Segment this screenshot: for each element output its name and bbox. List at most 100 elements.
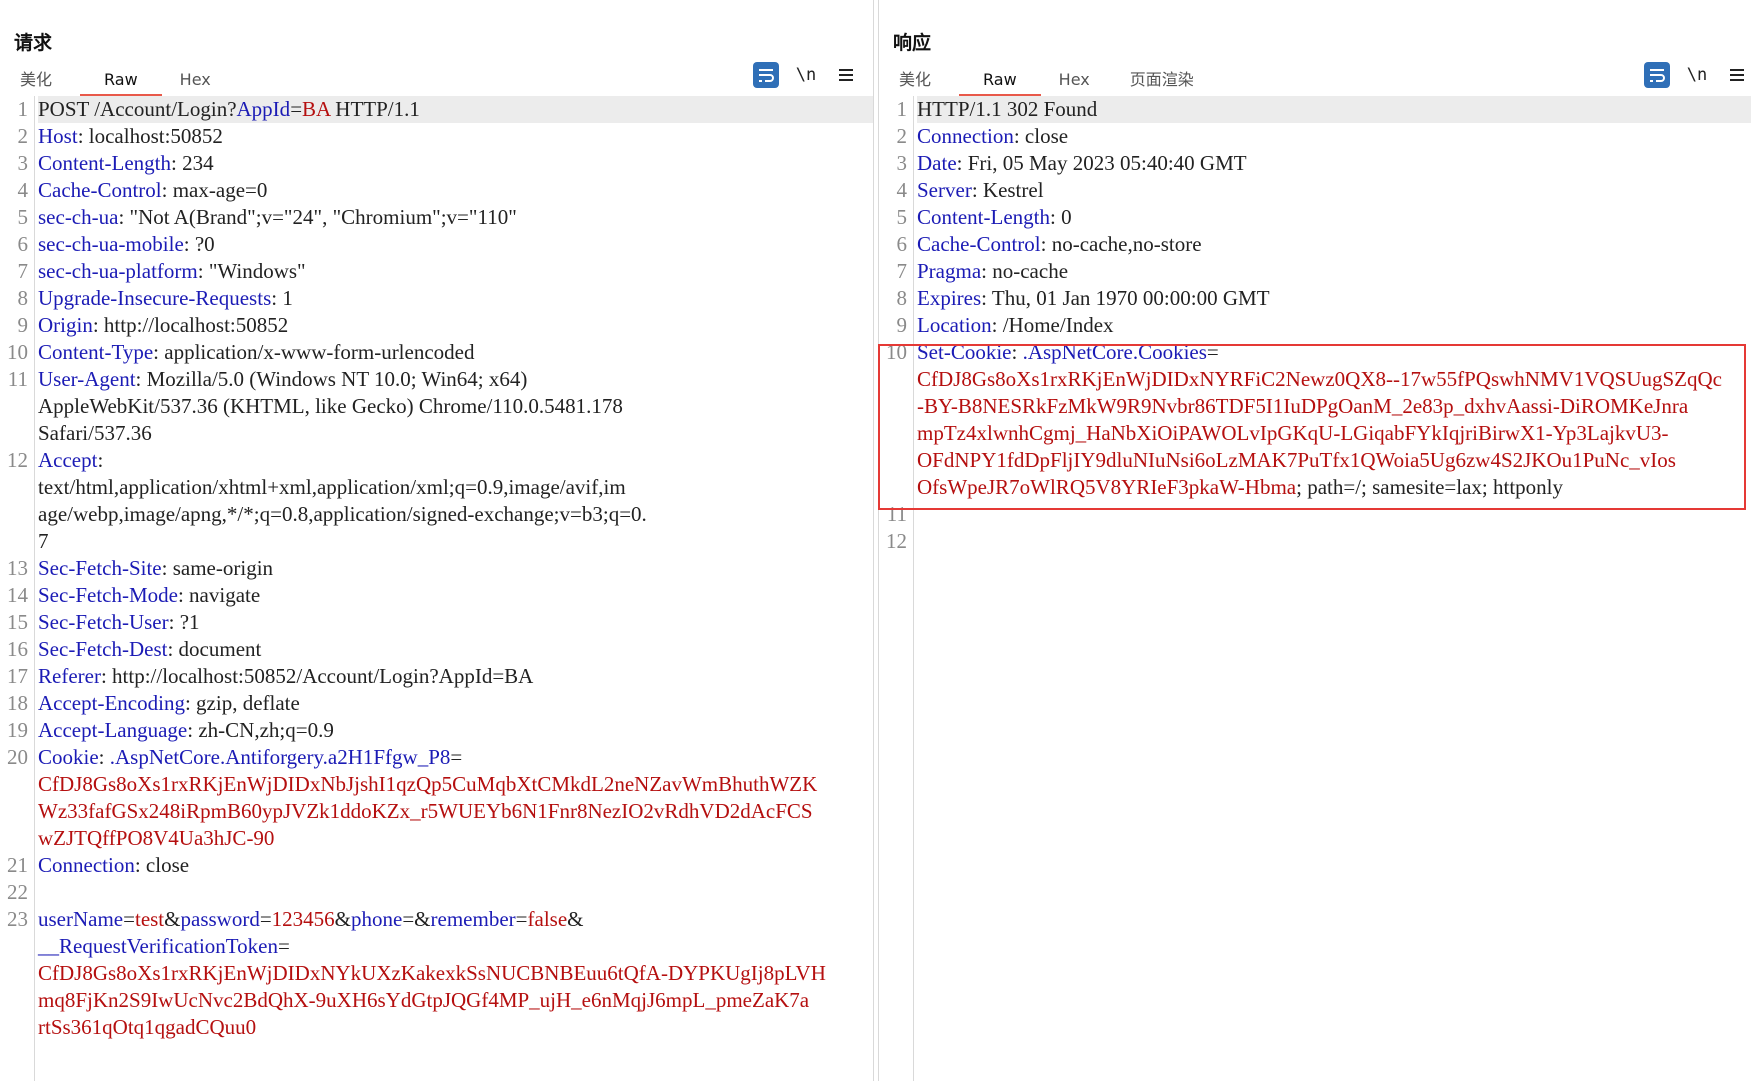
line-number: 11 (7, 367, 28, 391)
request-tools: \n (739, 62, 859, 88)
plain-text: HTTP/1.1 (330, 97, 420, 121)
header-key: Cache-Control (38, 178, 162, 202)
header-key: Content-Type (38, 340, 154, 364)
tab-raw[interactable]: Raw (959, 66, 1041, 97)
newline-toggle-button[interactable]: \n (1684, 62, 1710, 88)
code-line: 15 Sec-Fetch-User: ?1 (0, 609, 873, 636)
header-key: Location (917, 313, 992, 337)
header-key: Date (917, 151, 957, 175)
code-line: 1 POST /Account/Login?AppId=BA HTTP/1.1 (0, 96, 873, 123)
header-key: sec-ch-ua (38, 205, 119, 229)
tab-hex[interactable]: Hex (168, 66, 233, 94)
line-number: 10 (886, 340, 907, 364)
code-line: 7 Pragma: no-cache (879, 258, 1751, 285)
header-key: sec-ch-ua-mobile (38, 232, 184, 256)
header-key: Accept-Encoding (38, 691, 185, 715)
line-number: 5 (896, 205, 908, 229)
line-number: 1 (896, 97, 908, 121)
request-editor[interactable]: 1 POST /Account/Login?AppId=BA HTTP/1.1 2 H… (0, 96, 873, 1081)
tab-pretty[interactable]: 美化 (887, 66, 953, 94)
plain-text: =& (402, 907, 431, 931)
response-tabs: 美化 Raw Hex 页面渲染 (887, 66, 1222, 97)
plain-text: : ?1 (168, 610, 200, 634)
param-value: false (527, 907, 568, 931)
tab-render[interactable]: 页面渲染 (1118, 66, 1216, 94)
code-line: 9 Location: /Home/Index (879, 312, 1751, 339)
hamburger-icon[interactable] (1724, 62, 1750, 88)
line-number: 3 (896, 151, 908, 175)
gutter-divider (34, 96, 35, 1081)
line-number: 3 (17, 151, 29, 175)
code-line: 12 (879, 528, 1751, 555)
plain-text: & (334, 907, 352, 931)
line-number: 19 (7, 718, 28, 742)
header-key: sec-ch-ua-platform (38, 259, 198, 283)
tab-hex[interactable]: Hex (1047, 66, 1112, 94)
line-number: 12 (7, 448, 28, 472)
header-key: Sec-Fetch-Dest (38, 637, 168, 661)
param-value: test (134, 907, 165, 931)
code-line: 17 Referer: http://localhost:50852/Accoun… (0, 663, 873, 690)
code-line: 13 Sec-Fetch-Site: same-origin (0, 555, 873, 582)
plain-text: : 0 (1049, 205, 1072, 229)
plain-text: : http://localhost:50852/Account/Login?A… (100, 664, 534, 688)
line-number: 6 (896, 232, 908, 256)
param-value: BA (302, 97, 331, 121)
code-line: 3 Content-Length: 234 (0, 150, 873, 177)
request-tabs: 美化 Raw Hex (8, 66, 239, 97)
header-key: Sec-Fetch-Mode (38, 583, 178, 607)
header-key: Host (38, 124, 78, 148)
tab-pretty[interactable]: 美化 (8, 66, 74, 94)
code-text: Accept-Language: zh-CN,zh;q=0.9 (38, 717, 873, 744)
plain-text: : zh-CN,zh;q=0.9 (187, 718, 334, 742)
wrap-lines-icon[interactable] (753, 62, 779, 88)
plain-text: = (515, 907, 528, 931)
plain-text: : no-cache,no-store (1040, 232, 1202, 256)
header-key: remember (430, 907, 516, 931)
code-text: Date: Fri, 05 May 2023 05:40:40 GMT (917, 150, 1751, 177)
line-number: 1 (17, 97, 29, 121)
hamburger-icon[interactable] (833, 62, 859, 88)
line-number: 22 (7, 880, 28, 904)
header-key: Content-Length (917, 205, 1050, 229)
code-line: 21 Connection: close (0, 852, 873, 879)
code-line: 5 Content-Length: 0 (879, 204, 1751, 231)
header-key: Expires (917, 286, 982, 310)
line-number: 13 (7, 556, 28, 580)
code-text: Accept: text/html,application/xhtml+xml,… (38, 447, 873, 555)
header-key: User-Agent (38, 367, 136, 391)
code-line: 4 Server: Kestrel (879, 177, 1751, 204)
newline-toggle-button[interactable]: \n (793, 62, 819, 88)
code-line: 2 Host: localhost:50852 (0, 123, 873, 150)
plain-text: ; path=/; samesite=lax; httponly (1296, 475, 1564, 499)
header-key: __RequestVerificationToken (38, 934, 278, 958)
plain-text: : Kestrel (971, 178, 1044, 202)
header-key: Referer (38, 664, 101, 688)
code-text: Content-Type: application/x-www-form-url… (38, 339, 873, 366)
code-line: 20 Cookie: .AspNetCore.Antiforgery.a2H1Ff… (0, 744, 873, 852)
line-number: 11 (886, 502, 907, 526)
tab-raw[interactable]: Raw (80, 66, 162, 97)
line-number: 10 (7, 340, 28, 364)
code-text: Upgrade-Insecure-Requests: 1 (38, 285, 873, 312)
code-line: 8 Expires: Thu, 01 Jan 1970 00:00:00 GMT (879, 285, 1751, 312)
plain-text: : localhost:50852 (77, 124, 223, 148)
code-line: 6 sec-ch-ua-mobile: ?0 (0, 231, 873, 258)
code-text: userName=test&password=123456&phone=&rem… (38, 906, 873, 1041)
plain-text: : http://localhost:50852 (92, 313, 289, 337)
plain-text: : close (1013, 124, 1069, 148)
param-value: CfDJ8Gs8oXs1rxRKjEnWjDIDxNbJjshI1qzQp5Cu… (38, 772, 818, 850)
plain-text: : gzip, deflate (184, 691, 300, 715)
plain-text: : document (167, 637, 262, 661)
code-text: Server: Kestrel (917, 177, 1751, 204)
plain-text: : /Home/Index (991, 313, 1114, 337)
response-editor[interactable]: 1 HTTP/1.1 302 Found 2 Connection: close 3 Da… (879, 96, 1751, 1081)
wrap-lines-icon[interactable] (1644, 62, 1670, 88)
line-number: 8 (896, 286, 908, 310)
line-number: 8 (17, 286, 29, 310)
code-text: Content-Length: 0 (917, 204, 1751, 231)
line-number: 9 (17, 313, 29, 337)
header-key: AppId (236, 97, 291, 121)
plain-text: : "Windows" (197, 259, 306, 283)
header-key: Server (917, 178, 972, 202)
